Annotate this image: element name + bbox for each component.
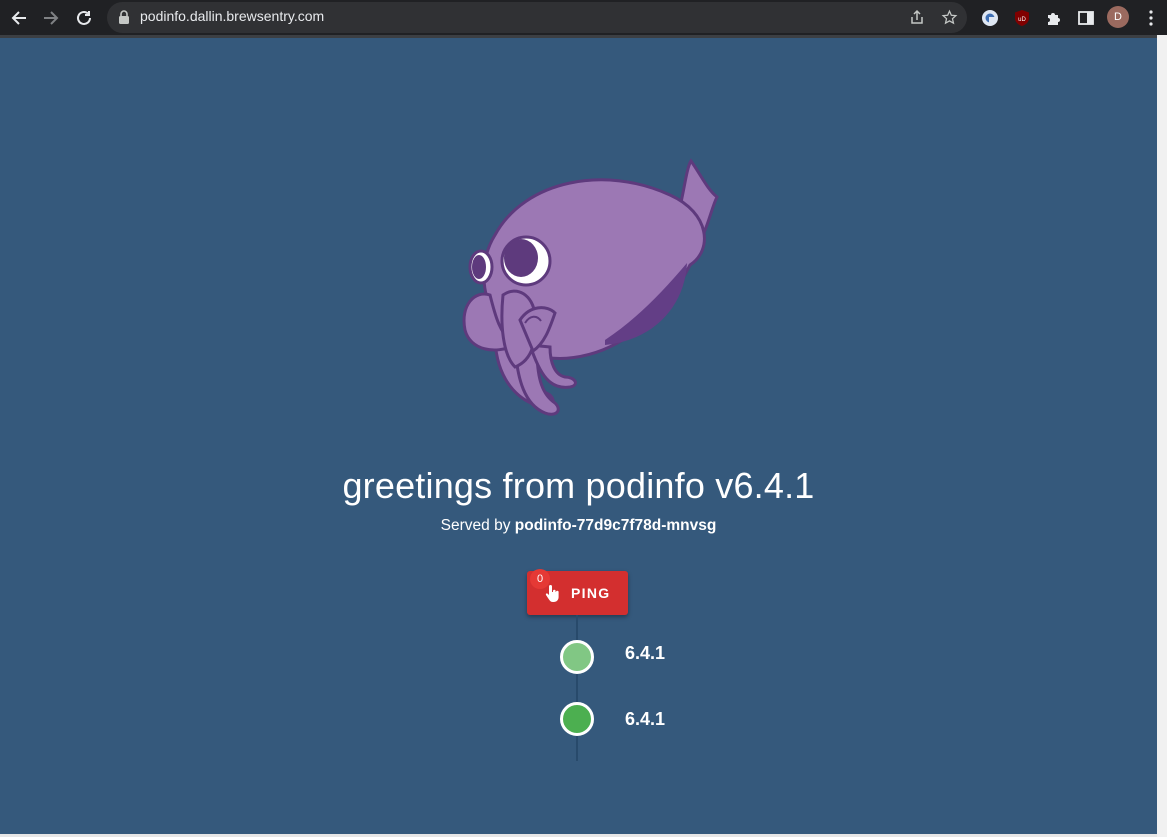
podinfo-cuttlefish-mascot — [462, 158, 719, 416]
reload-icon — [77, 10, 91, 25]
forward-button[interactable] — [38, 5, 64, 31]
served-by-prefix: Served by — [440, 517, 511, 534]
scrollbar[interactable] — [1157, 35, 1167, 837]
page-title: greetings from podinfo v6.4.1 — [342, 465, 815, 506]
ping-label: PING — [571, 585, 611, 601]
toolbar-divider — [0, 35, 1157, 38]
back-arrow-icon — [11, 11, 26, 25]
side-panel-icon[interactable] — [1075, 7, 1097, 29]
timeline-dot-1 — [560, 640, 594, 674]
back-button[interactable] — [6, 5, 32, 31]
timeline-line — [576, 615, 578, 761]
extension-vpn-icon[interactable] — [979, 7, 1001, 29]
timeline-dot-2 — [560, 702, 594, 736]
browser-toolbar: podinfo.dallin.brewsentry.com uD D — [0, 0, 1167, 35]
reload-button[interactable] — [71, 5, 97, 31]
profile-avatar[interactable]: D — [1107, 6, 1129, 28]
ping-count-badge: 0 — [530, 569, 550, 589]
svg-text:uD: uD — [1018, 17, 1026, 23]
share-icon[interactable] — [907, 7, 927, 27]
served-by-text: Served by podinfo-77d9c7f78d-mnvsg — [0, 517, 1157, 535]
lock-icon — [119, 10, 129, 24]
forward-arrow-icon — [44, 11, 59, 25]
ublock-icon[interactable]: uD — [1011, 7, 1033, 29]
timeline-version-2: 6.4.1 — [625, 709, 666, 729]
url-text[interactable]: podinfo.dallin.brewsentry.com — [140, 8, 324, 24]
timeline-version-1: 6.4.1 — [625, 643, 666, 663]
touch-hand-icon — [545, 585, 559, 602]
pod-name: podinfo-77d9c7f78d-mnvsg — [514, 517, 717, 534]
more-menu-icon[interactable] — [1140, 7, 1162, 29]
extensions-puzzle-icon[interactable] — [1043, 7, 1065, 29]
bookmark-star-icon[interactable] — [939, 7, 959, 27]
